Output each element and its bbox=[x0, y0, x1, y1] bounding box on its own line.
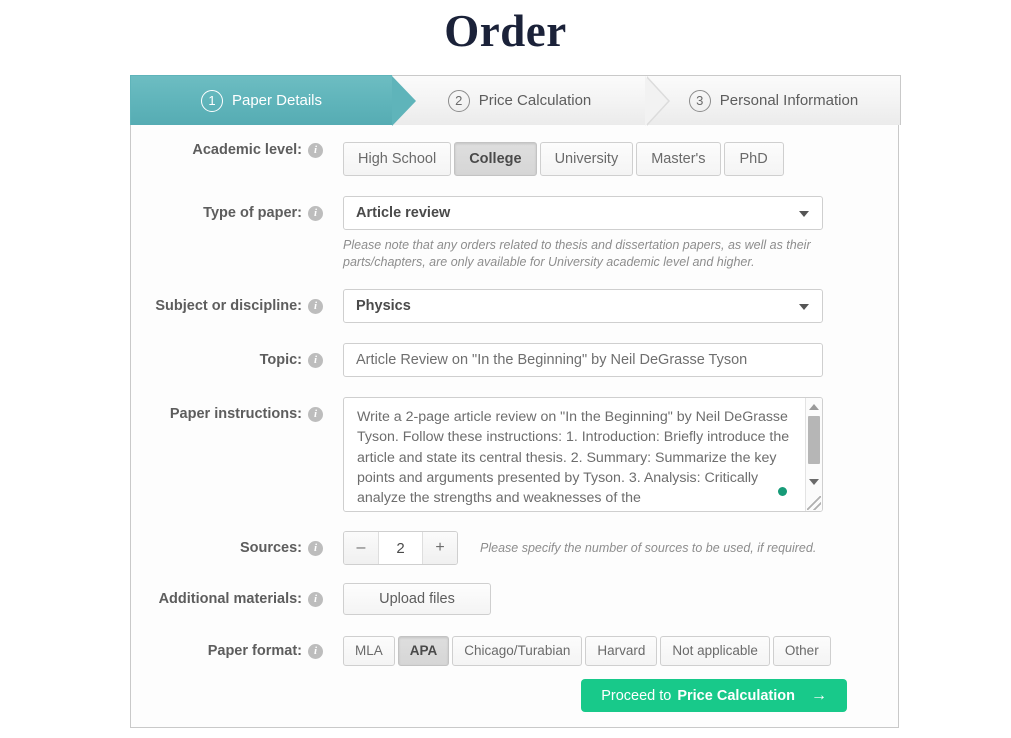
step-number-1: 1 bbox=[200, 89, 223, 112]
step-progress-tabs: 1 Paper Details 2 Price Calculation 3 Pe… bbox=[130, 75, 901, 126]
tab-personal-information[interactable]: 3 Personal Information bbox=[647, 75, 901, 125]
label-subject-text: Subject or discipline: bbox=[155, 298, 302, 314]
label-sources-text: Sources: bbox=[239, 540, 302, 556]
paper-format-options: MLA APA Chicago/Turabian Harvard Not app… bbox=[343, 636, 831, 666]
label-topic: Topic: i bbox=[130, 343, 323, 377]
arrow-right-icon: → bbox=[811, 686, 827, 704]
form-footer: Proceed to Price Calculation → bbox=[130, 679, 899, 712]
label-subject: Subject or discipline: i bbox=[130, 289, 323, 323]
info-icon-topic[interactable]: i bbox=[308, 352, 323, 368]
sources-hint: Please specify the number of sources to … bbox=[480, 541, 817, 555]
tab-label-paper-details: Paper Details bbox=[231, 92, 323, 109]
field-additional-materials: Upload files bbox=[323, 583, 491, 615]
label-topic-text: Topic: bbox=[259, 352, 302, 368]
type-of-paper-select[interactable]: Article review bbox=[343, 196, 823, 230]
step-number-3: 3 bbox=[688, 89, 711, 112]
paper-format-option-apa[interactable]: APA bbox=[397, 636, 450, 666]
label-additional-materials-text: Additional materials: bbox=[158, 591, 302, 607]
chevron-down-icon-type-of-paper bbox=[799, 211, 809, 217]
paper-instructions-value: Write a 2-page article review on "In the… bbox=[357, 409, 794, 507]
tab-label-personal-information: Personal Information bbox=[719, 92, 859, 109]
label-academic-level: Academic level: i bbox=[130, 142, 323, 158]
order-form: Academic level: i High School College Un… bbox=[130, 125, 899, 666]
label-paper-instructions: Paper instructions: i bbox=[130, 397, 323, 431]
paper-format-option-harvard[interactable]: Harvard bbox=[585, 636, 658, 666]
info-icon-subject[interactable]: i bbox=[308, 298, 323, 314]
row-topic: Topic: i Article Review on "In the Begin… bbox=[130, 343, 899, 377]
scroll-down-icon[interactable] bbox=[809, 479, 819, 485]
label-additional-materials: Additional materials: i bbox=[130, 583, 323, 615]
paper-format-option-mla[interactable]: MLA bbox=[343, 636, 395, 666]
paper-format-option-not-applicable[interactable]: Not applicable bbox=[660, 636, 770, 666]
type-of-paper-value: Article review bbox=[356, 205, 451, 221]
row-paper-instructions: Paper instructions: i Write a 2-page art… bbox=[130, 397, 899, 512]
step-number-2: 2 bbox=[447, 89, 470, 112]
subject-select[interactable]: Physics bbox=[343, 289, 823, 323]
sources-stepper: – 2 + bbox=[343, 531, 458, 565]
row-sources: Sources: i – 2 + Please specify the numb… bbox=[130, 531, 899, 565]
info-icon-additional-materials[interactable]: i bbox=[308, 591, 323, 607]
cursor-dot-indicator bbox=[778, 487, 787, 496]
subject-value: Physics bbox=[356, 298, 411, 314]
academic-level-option-masters[interactable]: Master's bbox=[636, 142, 721, 176]
row-subject: Subject or discipline: i Physics bbox=[130, 289, 899, 323]
paper-format-option-other[interactable]: Other bbox=[772, 636, 831, 666]
resize-handle-icon[interactable] bbox=[807, 496, 821, 510]
field-type-of-paper: Article review Please note that any orde… bbox=[323, 196, 823, 271]
scroll-up-icon[interactable] bbox=[809, 404, 819, 410]
tab-paper-details[interactable]: 1 Paper Details bbox=[130, 75, 416, 126]
label-academic-level-text: Academic level: bbox=[192, 142, 302, 158]
scrollbar-thumb[interactable] bbox=[808, 416, 820, 464]
label-paper-instructions-text: Paper instructions: bbox=[169, 406, 302, 422]
row-type-of-paper: Type of paper: i Article review Please n… bbox=[130, 196, 899, 271]
sources-increment-button[interactable]: + bbox=[422, 532, 457, 564]
tab-price-calculation[interactable]: 2 Price Calculation bbox=[392, 75, 670, 126]
field-sources: – 2 + Please specify the number of sourc… bbox=[323, 531, 816, 565]
field-academic-level: High School College University Master's … bbox=[323, 142, 784, 176]
info-icon-paper-format[interactable]: i bbox=[308, 643, 323, 659]
proceed-prefix-label: Proceed to bbox=[601, 687, 672, 704]
tab-label-price-calculation: Price Calculation bbox=[478, 92, 592, 109]
label-type-of-paper: Type of paper: i bbox=[130, 196, 323, 230]
academic-level-option-college[interactable]: College bbox=[454, 142, 537, 176]
paper-format-option-chicago-turabian[interactable]: Chicago/Turabian bbox=[452, 636, 583, 666]
info-icon-type-of-paper[interactable]: i bbox=[308, 205, 323, 221]
academic-level-option-university[interactable]: University bbox=[539, 142, 634, 176]
info-icon-sources[interactable]: i bbox=[308, 540, 323, 556]
row-additional-materials: Additional materials: i Upload files bbox=[130, 583, 899, 615]
proceed-to-price-calculation-button[interactable]: Proceed to Price Calculation → bbox=[581, 679, 847, 712]
label-paper-format: Paper format: i bbox=[130, 636, 323, 666]
academic-level-option-high-school[interactable]: High School bbox=[343, 142, 452, 176]
textarea-scrollbar[interactable] bbox=[805, 398, 822, 511]
field-paper-format: MLA APA Chicago/Turabian Harvard Not app… bbox=[323, 636, 831, 666]
proceed-strong-label: Price Calculation bbox=[677, 687, 795, 704]
label-sources: Sources: i bbox=[130, 531, 323, 565]
field-topic: Article Review on "In the Beginning" by … bbox=[323, 343, 823, 377]
sources-value[interactable]: 2 bbox=[379, 532, 422, 564]
academic-level-option-phd[interactable]: PhD bbox=[723, 142, 784, 176]
page-title: Order bbox=[444, 6, 567, 56]
field-paper-instructions: Write a 2-page article review on "In the… bbox=[323, 397, 823, 512]
upload-files-button[interactable]: Upload files bbox=[343, 583, 491, 615]
paper-instructions-textarea[interactable]: Write a 2-page article review on "In the… bbox=[343, 397, 823, 512]
row-paper-format: Paper format: i MLA APA Chicago/Turabian… bbox=[130, 636, 899, 666]
sources-decrement-button[interactable]: – bbox=[344, 532, 379, 564]
type-of-paper-note: Please note that any orders related to t… bbox=[343, 238, 811, 269]
academic-level-options: High School College University Master's … bbox=[343, 142, 784, 176]
topic-input[interactable]: Article Review on "In the Beginning" by … bbox=[343, 343, 823, 377]
field-subject: Physics bbox=[323, 289, 823, 323]
info-icon-academic-level[interactable]: i bbox=[308, 142, 323, 158]
info-icon-paper-instructions[interactable]: i bbox=[308, 406, 323, 422]
row-academic-level: Academic level: i High School College Un… bbox=[130, 142, 899, 176]
chevron-down-icon-subject bbox=[799, 304, 809, 310]
label-type-of-paper-text: Type of paper: bbox=[203, 205, 302, 221]
label-paper-format-text: Paper format: bbox=[207, 643, 302, 659]
